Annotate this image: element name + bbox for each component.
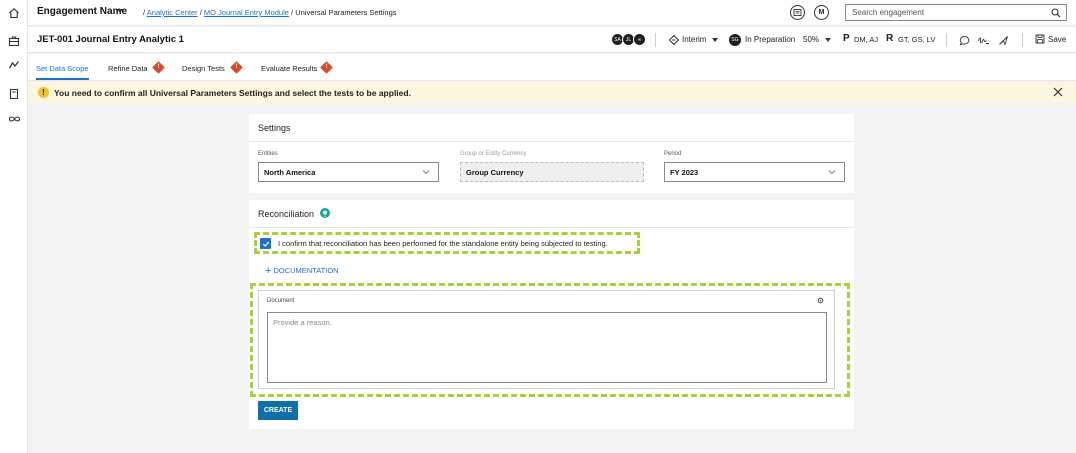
signoff-icon[interactable] [976,33,990,47]
home-icon[interactable] [7,6,21,20]
divider [249,141,854,142]
briefcase-icon[interactable] [7,34,21,48]
top-bar: Engagement Name / Analytic Center / MO J… [28,0,1076,26]
alert-icon: ! [38,87,49,98]
search-box [845,4,1067,21]
confirm-label: I confirm that reconciliation has been p… [278,239,608,248]
analytic-header: JET-001 Journal Entry Analytic 1 SA JL ∞… [28,27,1076,53]
reconciliation-title: Reconciliation [258,209,315,219]
book-icon[interactable] [7,87,21,101]
breadcrumb-analytic-center[interactable]: Analytic Center [147,8,198,17]
active-tab-indicator [36,78,89,80]
divider [946,33,947,47]
chevron-down-icon [828,168,836,178]
period-select[interactable]: FY 2023 [664,162,845,182]
document-input-wrapper [267,312,827,383]
engagement-name[interactable]: Engagement Name [37,6,127,17]
document-input[interactable] [268,313,826,382]
reconciliation-card: Reconciliation I confirm that reconcilia… [249,200,854,429]
document-card: Document [258,290,835,389]
warning-icon: ! [152,61,165,74]
add-documentation-link[interactable]: + DOCUMENTATION [265,265,339,277]
tab-bar: Set Data Scope Refine Data ! Design Test… [28,54,1076,81]
entities-select[interactable]: North America [258,162,439,182]
tab-design-tests[interactable]: Design Tests [182,64,225,73]
reviewer-label: R [886,33,894,44]
left-rail [0,0,28,453]
user-avatar[interactable]: M [814,5,829,20]
save-icon[interactable] [1035,34,1045,46]
divider [655,33,656,47]
warning-icon: ! [320,61,333,74]
chevron-down-icon[interactable] [712,38,718,42]
send-icon[interactable] [996,33,1010,47]
tab-set-data-scope[interactable]: Set Data Scope [36,64,89,73]
close-icon[interactable] [1052,86,1064,98]
save-button[interactable]: Save [1048,35,1066,44]
breadcrumb-journal-entry-module[interactable]: MO Journal Entry Module [204,8,289,17]
search-input[interactable] [846,5,1036,20]
info-icon[interactable] [320,208,330,218]
breadcrumb-current: Universal Parameters Settings [295,8,397,17]
infinity-icon[interactable] [7,112,21,126]
chevron-down-icon[interactable] [825,38,831,42]
document-label: Document [267,298,295,304]
comment-icon[interactable] [957,33,971,47]
entities-label: Entities [258,151,278,157]
status-avatar: SG [729,34,741,46]
sync-icon [668,34,680,48]
tab-evaluate-results[interactable]: Evaluate Results [261,64,317,73]
currency-field: Group Currency [460,162,644,182]
analytic-title: JET-001 Journal Entry Analytic 1 [37,34,184,45]
reviewer-names[interactable]: GT, GS, LV [898,35,935,44]
team-avatar[interactable]: ∞ [633,33,646,46]
gear-icon[interactable] [817,297,824,306]
confirm-checkbox[interactable] [260,238,271,249]
warning-banner: ! You need to confirm all Universal Para… [28,82,1076,103]
chevron-down-icon[interactable] [117,9,123,13]
banner-message: You need to confirm all Universal Parame… [54,88,411,98]
settings-title: Settings [258,123,291,133]
progress-selector[interactable]: 50% [803,35,819,44]
plus-icon: + [265,265,272,277]
document-icon[interactable] [790,5,805,20]
preparer-names[interactable]: DM, AJ [854,35,878,44]
analytics-icon[interactable] [7,58,21,72]
currency-label: Group or Entity Currency [460,151,527,157]
search-icon[interactable] [1051,8,1061,20]
divider [249,227,854,228]
preparer-label: P [843,33,850,44]
settings-card: Settings Entities North America Group or… [249,114,854,193]
phase-selector[interactable]: Interim [682,35,706,44]
chevron-down-icon [422,168,430,178]
divider [1022,33,1023,47]
period-label: Period [664,151,682,157]
tab-refine-data[interactable]: Refine Data [108,64,148,73]
create-button[interactable]: CREATE [258,401,298,420]
status-text: In Preparation [745,35,796,44]
breadcrumb: / Analytic Center / MO Journal Entry Mod… [143,8,397,17]
warning-icon: ! [230,61,243,74]
